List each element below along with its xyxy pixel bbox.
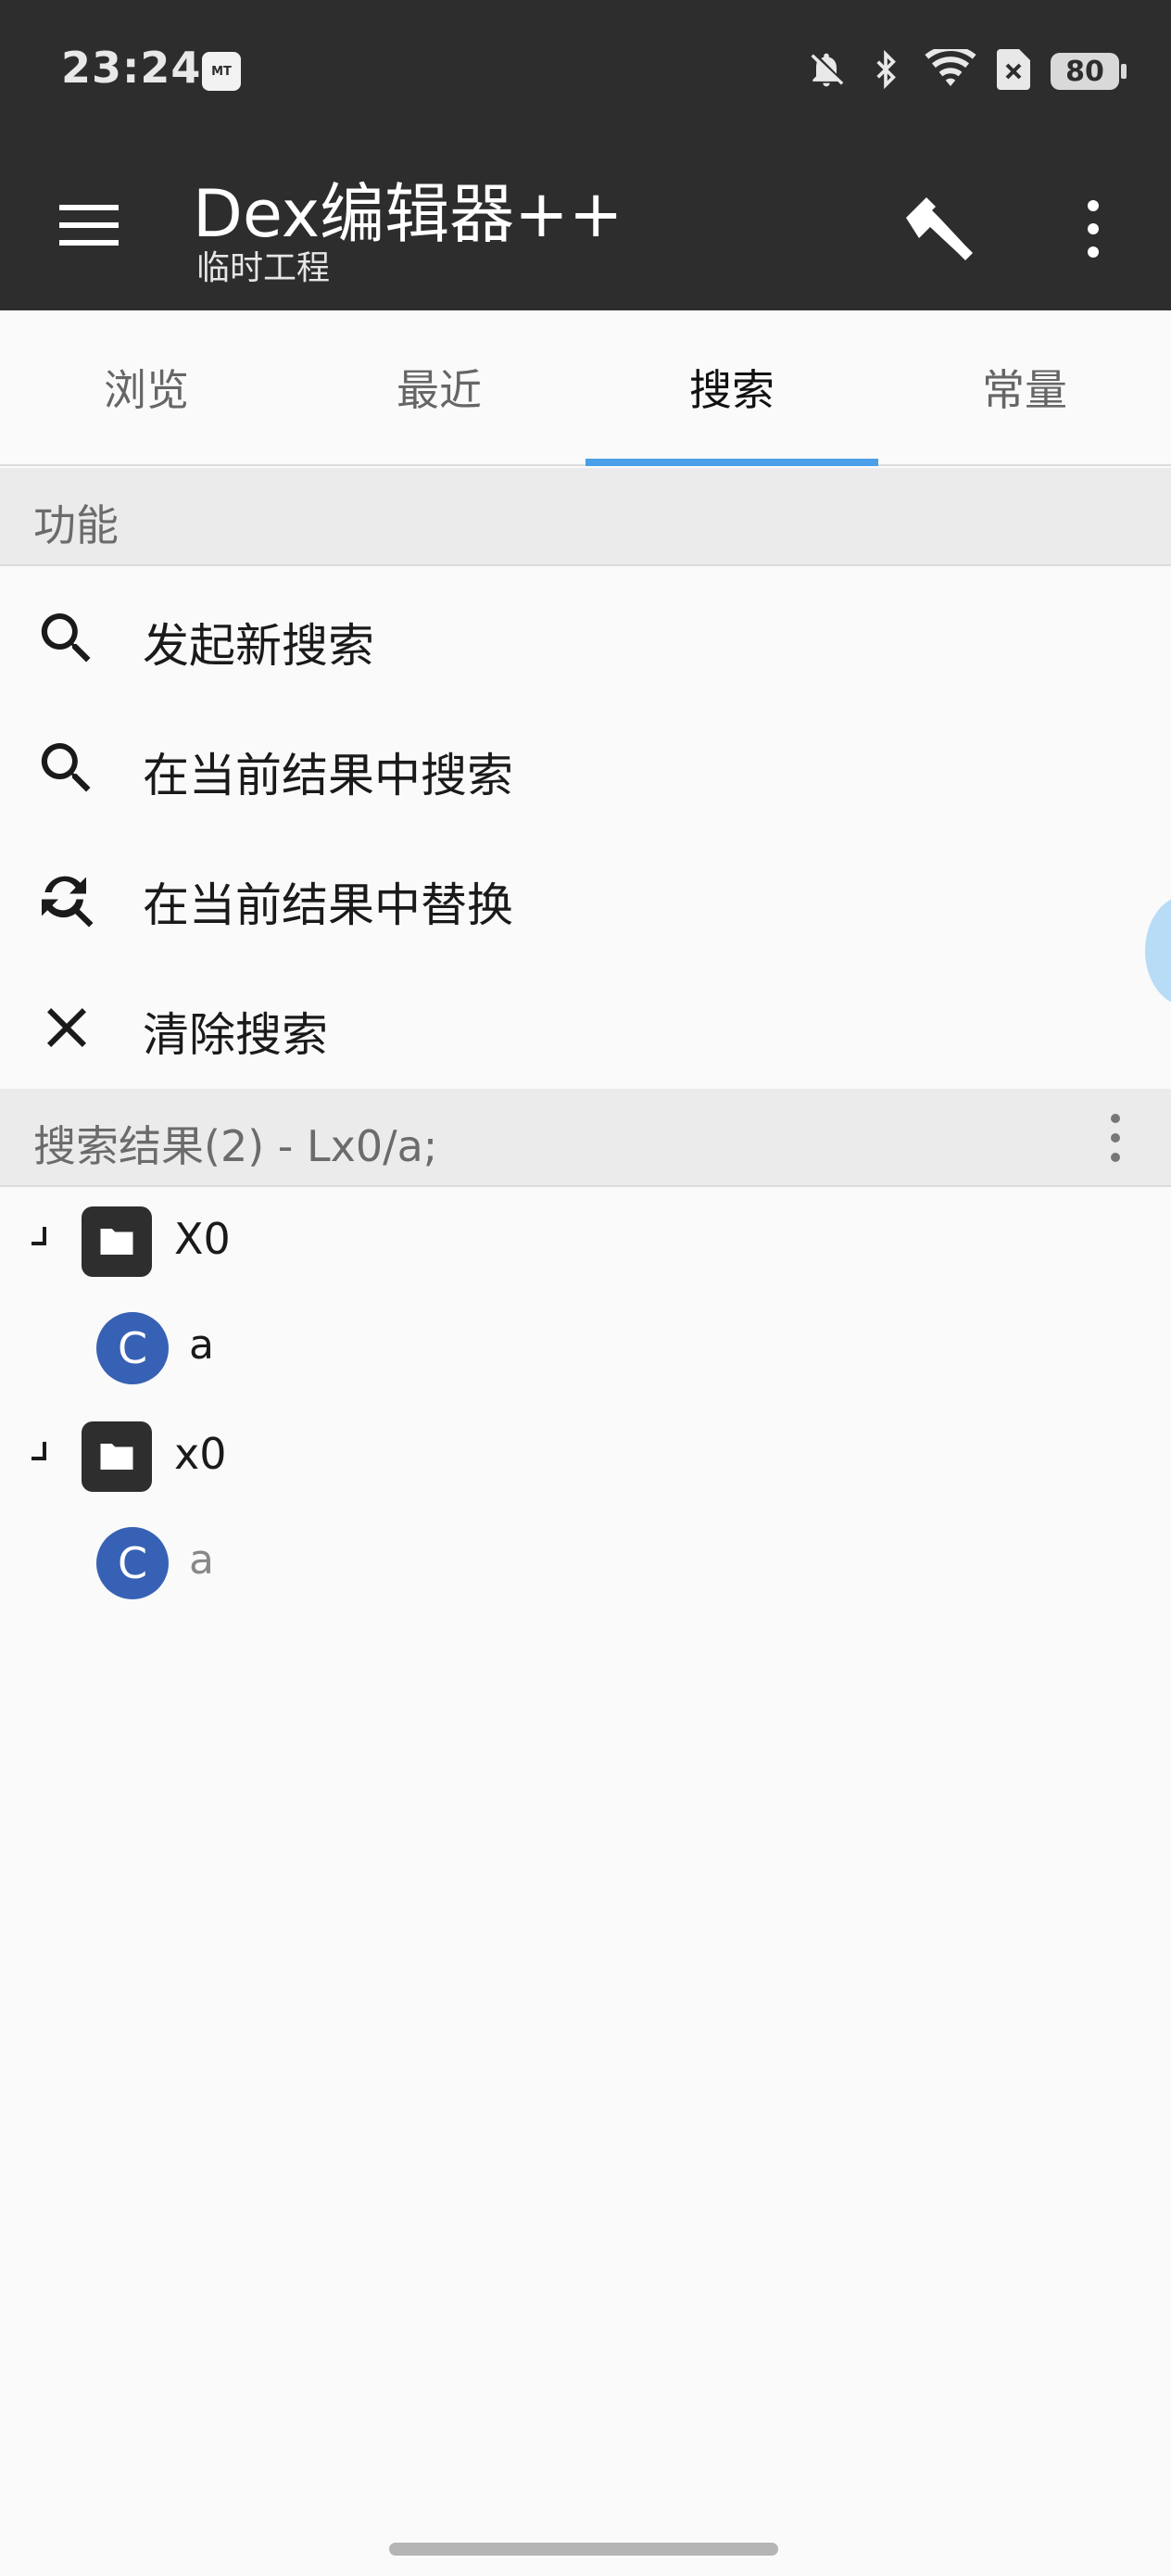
class-icon: C: [96, 1527, 169, 1599]
sim-error-icon: [997, 49, 1030, 94]
more-vert-icon[interactable]: [1065, 192, 1121, 266]
tab-constants[interactable]: 常量: [878, 310, 1171, 464]
tab-indicator: [586, 459, 878, 466]
battery-icon: 80: [1051, 53, 1127, 90]
mt-app-badge-icon: MT: [202, 52, 241, 91]
new-search-item[interactable]: 发起新搜索: [0, 570, 1171, 700]
status-icons: 80: [806, 45, 1127, 96]
class-name: a: [189, 1536, 214, 1584]
tree-package-row[interactable]: X0: [0, 1188, 1171, 1295]
package-name: x0: [174, 1429, 227, 1479]
new-search-label: 发起新搜索: [143, 619, 374, 673]
app-subtitle: 临时工程: [196, 249, 331, 287]
functions-header: 功能: [0, 468, 1171, 566]
replace-in-results-item[interactable]: 在当前结果中替换: [0, 829, 1171, 959]
class-icon: C: [96, 1312, 169, 1384]
hammer-icon[interactable]: [895, 183, 984, 271]
search-in-results-item[interactable]: 在当前结果中搜索: [0, 700, 1171, 829]
tree-package-row[interactable]: x0: [0, 1403, 1171, 1510]
search-in-results-label: 在当前结果中搜索: [143, 749, 513, 802]
app-bar: Dex编辑器++ 临时工程: [0, 144, 1171, 310]
results-header: 搜索结果(2) - Lx0/a;: [0, 1089, 1171, 1187]
package-name: X0: [174, 1214, 231, 1264]
folder-icon: [82, 1206, 152, 1277]
tab-browse[interactable]: 浏览: [0, 310, 293, 464]
tree-class-row[interactable]: C a: [0, 1510, 1171, 1618]
search-icon: [33, 605, 107, 672]
status-time: 23:24: [61, 43, 202, 93]
expander-icon[interactable]: [28, 1225, 50, 1247]
results-more-icon[interactable]: [1099, 1109, 1132, 1167]
clear-search-label: 清除搜索: [143, 1008, 328, 1062]
status-bar: 23:24 MT 80: [0, 0, 1171, 144]
close-icon: [33, 994, 107, 1061]
results-header-label: 搜索结果(2) - Lx0/a;: [33, 1121, 438, 1171]
tab-bar: 浏览 最近 搜索 常量: [0, 310, 1171, 466]
clear-search-item[interactable]: 清除搜索: [0, 959, 1171, 1089]
tab-recent[interactable]: 最近: [293, 310, 586, 464]
replace-in-results-label: 在当前结果中替换: [143, 878, 513, 932]
bell-off-icon: [806, 49, 847, 94]
search-replace-icon: [33, 865, 107, 931]
functions-header-label: 功能: [33, 500, 119, 550]
home-indicator[interactable]: [389, 2543, 778, 2556]
wifi-icon: [925, 45, 976, 94]
tree-class-row[interactable]: C a: [0, 1295, 1171, 1403]
tab-search[interactable]: 搜索: [586, 310, 878, 464]
menu-icon[interactable]: [52, 192, 126, 259]
search-icon: [33, 735, 107, 802]
expander-icon[interactable]: [28, 1440, 50, 1462]
bluetooth-icon: [867, 49, 904, 94]
class-name: a: [189, 1321, 214, 1369]
folder-icon: [82, 1421, 152, 1492]
